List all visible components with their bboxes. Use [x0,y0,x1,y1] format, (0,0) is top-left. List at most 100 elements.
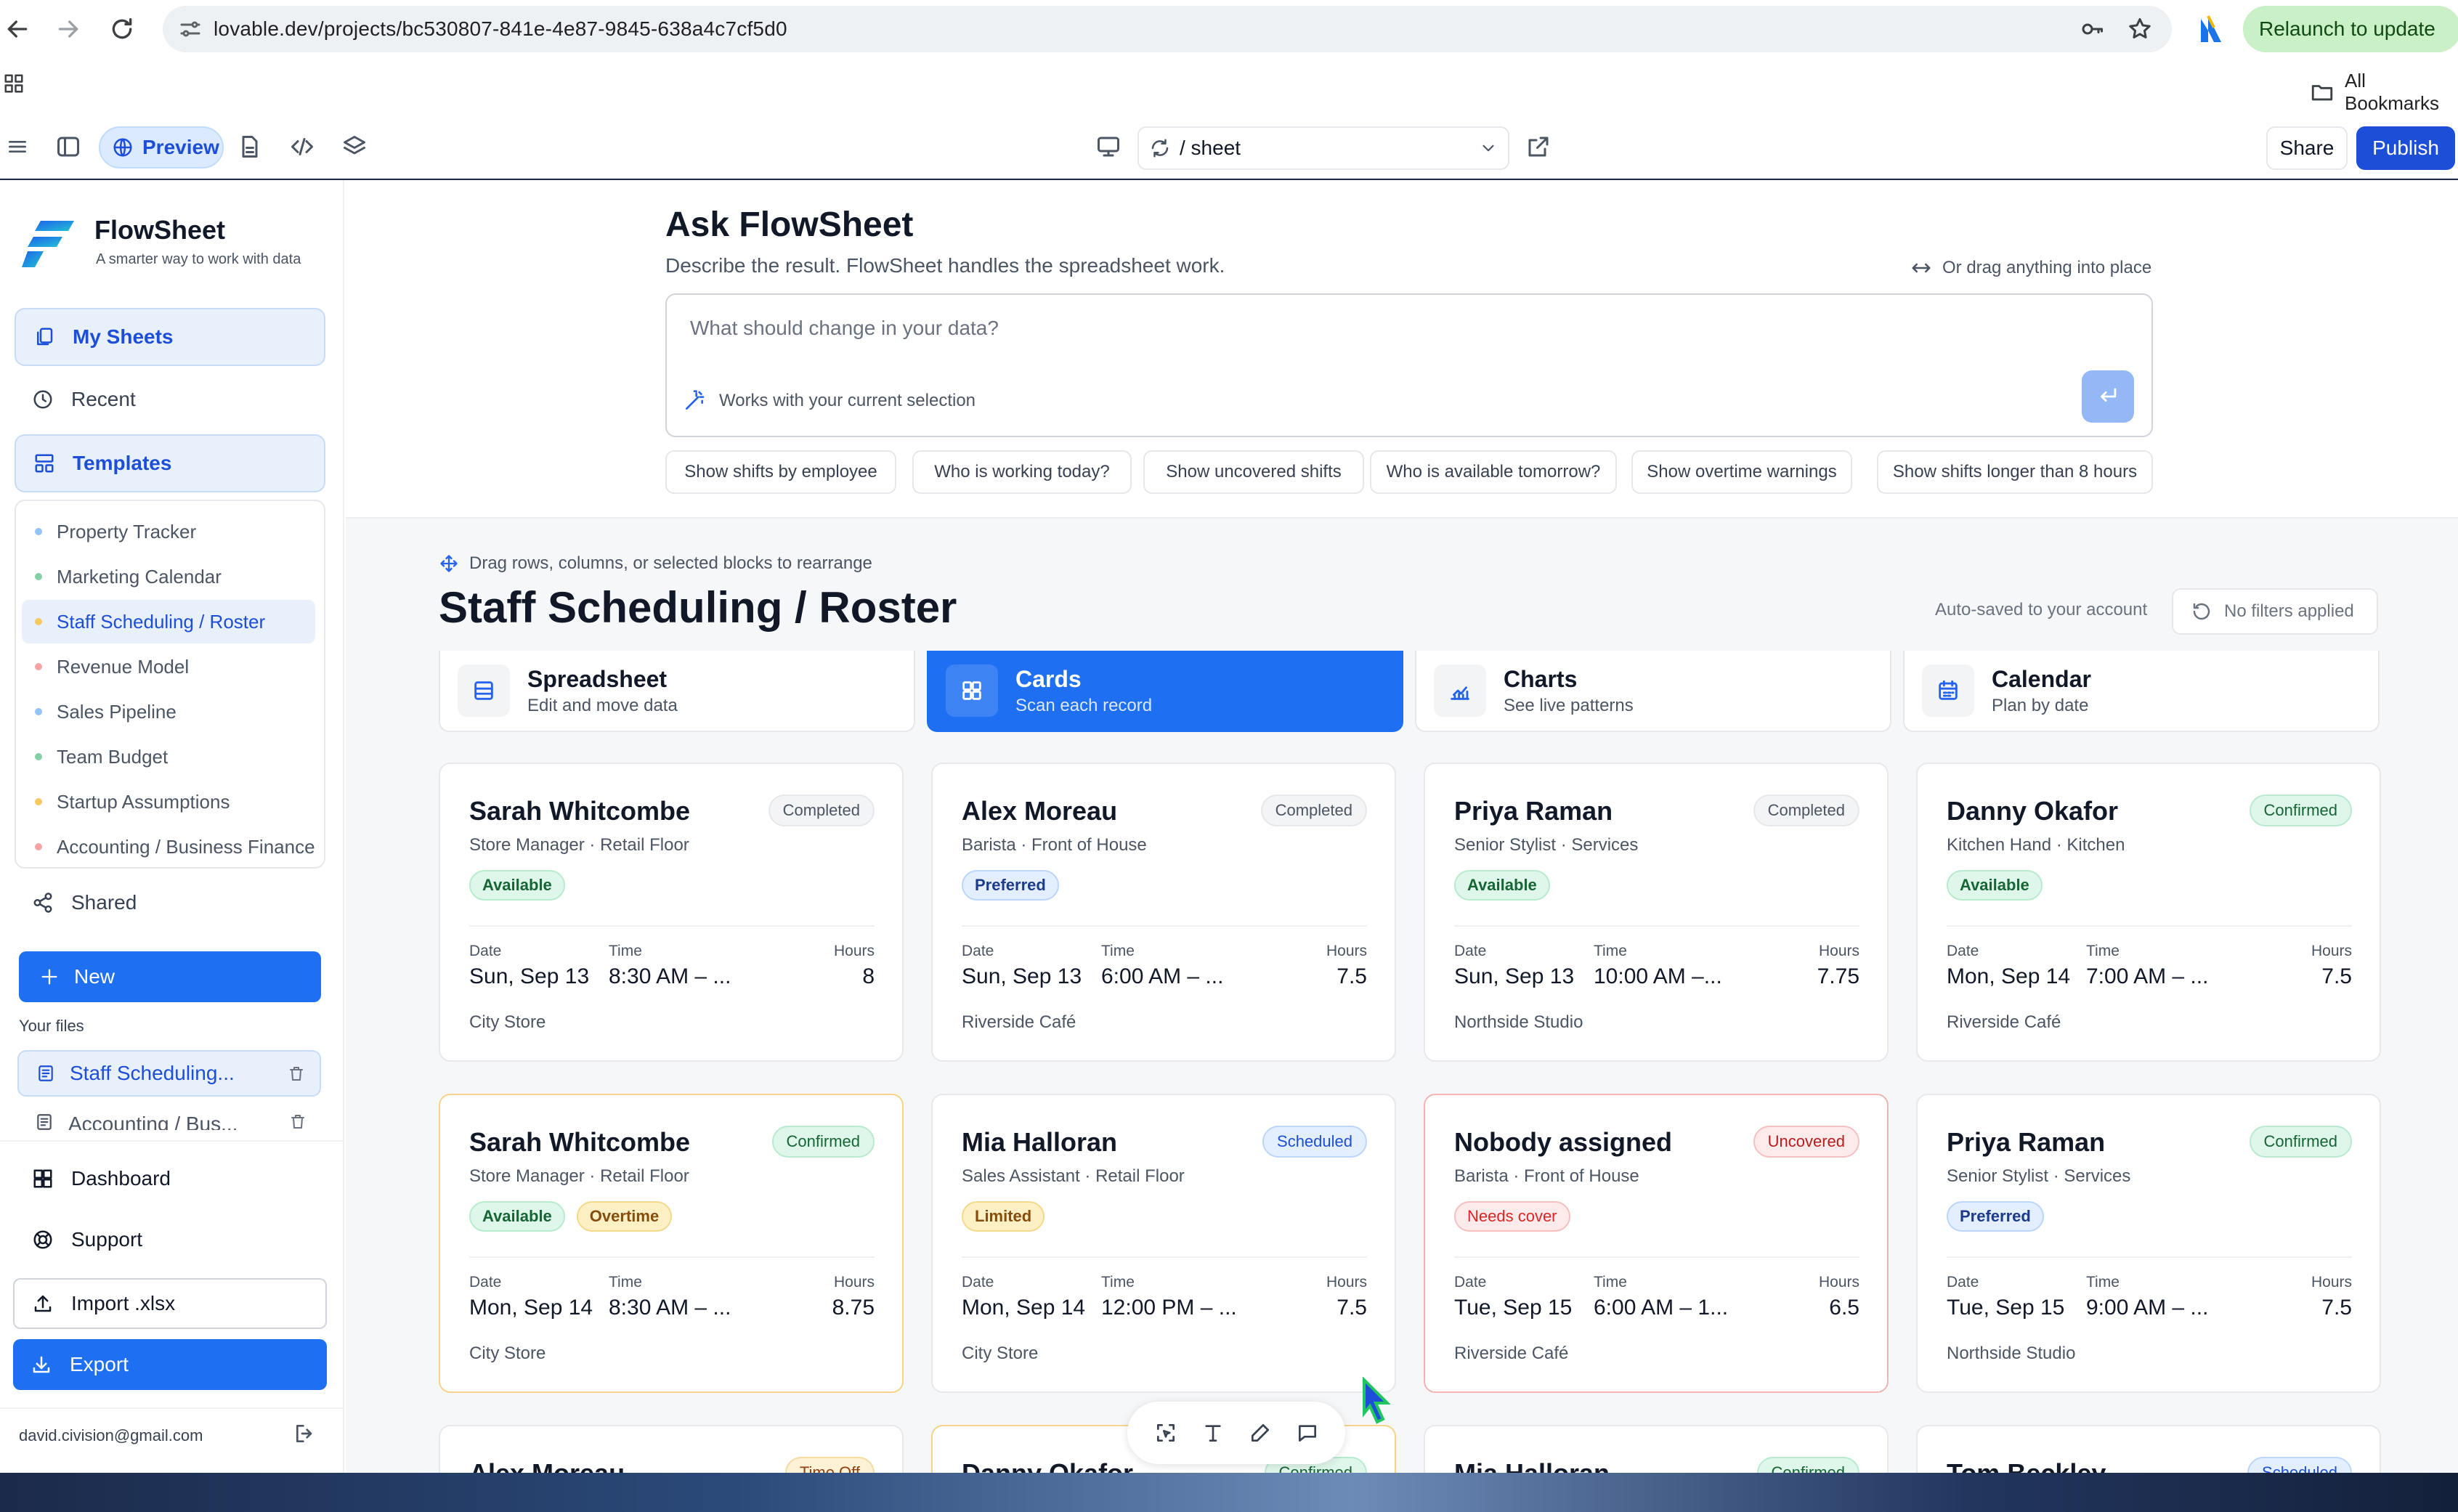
submit-button[interactable] [2082,370,2134,423]
layers-icon[interactable] [341,134,368,160]
bookmark-star-icon[interactable] [2127,16,2153,42]
date-label: Date [1947,943,1979,959]
view-tab-charts[interactable]: Charts See live patterns [1415,651,1891,732]
password-key-icon[interactable] [2079,16,2105,42]
view-tab-cards[interactable]: Cards Scan each record [927,651,1403,732]
view-tab-calendar[interactable]: Calendar Plan by date [1903,651,2380,732]
sheet-file-icon [36,1064,55,1083]
shift-card[interactable]: Priya Raman Completed Senior Stylist · Ser… [1424,763,1889,1062]
suggestion-chip[interactable]: Show uncovered shifts [1143,450,1364,494]
back-icon[interactable] [3,15,32,44]
sheet-file-icon [35,1113,54,1130]
publish-button[interactable]: Publish [2356,126,2455,170]
template-item[interactable]: Property Tracker [22,510,315,553]
suggestion-chip[interactable]: Show overtime warnings [1631,450,1852,494]
template-item[interactable]: Team Budget [22,735,315,779]
comment-icon[interactable] [1296,1421,1319,1444]
menu-icon[interactable] [6,135,29,158]
preview-tab[interactable]: Preview [99,126,224,168]
nav-support[interactable]: Support [15,1216,325,1264]
ask-title: Ask FlowSheet [665,206,914,244]
refresh-icon[interactable] [1149,137,1171,159]
reload-icon[interactable] [108,15,137,44]
apps-grid-icon[interactable] [3,73,25,94]
relaunch-button[interactable]: Relaunch to update [2243,6,2458,52]
nav-dashboard[interactable]: Dashboard [15,1155,325,1203]
open-external-icon[interactable] [1525,134,1552,160]
file-icon[interactable] [237,134,263,160]
shift-hours: 8.75 [832,1296,875,1320]
employee-name: Mia Halloran [1454,1458,1610,1473]
desktop-view-icon[interactable] [1095,134,1121,160]
time-label: Time [1101,943,1135,959]
nav-templates[interactable]: Templates [15,434,325,492]
template-item[interactable]: Startup Assumptions [22,780,315,824]
employee-name: Priya Raman [1454,796,1613,826]
address-bar[interactable]: lovable.dev/projects/bc530807-841e-4e87-… [163,6,2172,52]
shift-card[interactable]: Alex Moreau Completed Barista · Front of H… [931,763,1396,1062]
suggestion-chip[interactable]: Show shifts by employee [665,450,896,494]
template-label: Property Tracker [57,520,197,542]
template-item[interactable]: Revenue Model [22,645,315,688]
nav-recent[interactable]: Recent [15,370,325,428]
template-item[interactable]: Staff Scheduling / Roster [22,600,315,643]
all-bookmarks[interactable]: All Bookmarks [2310,70,2458,115]
sidebar-toggle-icon[interactable] [55,134,81,160]
site-settings-icon[interactable] [177,16,203,42]
code-icon[interactable] [289,134,315,160]
suggestion-chip[interactable]: Who is available tomorrow? [1370,450,1617,494]
trash-icon[interactable] [289,1113,307,1130]
shift-card[interactable]: Mia Halloran Confirmed [1424,1425,1889,1473]
suggestion-chip[interactable]: Who is working today? [912,450,1132,494]
shift-card[interactable]: Nobody assigned Uncovered Barista · Front … [1424,1094,1889,1393]
file-item[interactable]: Staff Scheduling... [17,1050,321,1097]
ask-subtitle: Describe the result. FlowSheet handles t… [665,254,1225,277]
shift-date: Tue, Sep 15 [1454,1296,1573,1320]
nav-shared[interactable]: Shared [15,876,325,930]
template-item[interactable]: Accounting / Business Finance [22,825,315,867]
status-badge: Scheduled [1262,1126,1367,1158]
shift-card[interactable]: Mia Halloran Scheduled Sales Assistant · R… [931,1094,1396,1393]
suggestion-chip[interactable]: Show shifts longer than 8 hours [1877,450,2153,494]
ask-input[interactable]: What should change in your data? [690,317,999,340]
extension-icon[interactable] [2198,13,2224,45]
file-name: Accounting / Bus... [68,1113,238,1130]
page-title: Staff Scheduling / Roster [439,583,957,632]
selection-hint-text: Works with your current selection [719,391,976,410]
template-item[interactable]: Marketing Calendar [22,555,315,598]
shift-card[interactable]: Danny Okafor Confirmed Kitchen Hand · Kitc… [1916,763,2381,1062]
template-item[interactable]: Sales Pipeline [22,690,315,733]
tag-list: Available [1454,870,1550,901]
route-selector[interactable]: / sheet [1137,126,1509,170]
ask-input-box[interactable]: What should change in your data? Works w… [665,293,2153,437]
nav-my-sheets[interactable]: My Sheets [15,308,325,366]
shift-card[interactable]: Priya Raman Confirmed Senior Stylist · Ser… [1916,1094,2381,1393]
shift-card[interactable]: Sarah Whitcombe Confirmed Store Manager · … [439,1094,904,1393]
trash-icon[interactable] [288,1065,305,1082]
filters-button[interactable]: No filters applied [2172,588,2378,635]
text-tool-icon[interactable] [1201,1421,1225,1444]
employee-name: Alex Moreau [962,796,1118,826]
logout-icon[interactable] [293,1422,317,1445]
pencil-icon[interactable] [1249,1421,1272,1444]
template-label: Accounting / Business Finance [57,835,315,858]
view-tab-spreadsheet[interactable]: Spreadsheet Edit and move data [439,651,915,732]
shift-date: Sun, Sep 13 [962,964,1082,988]
shift-card[interactable]: Alex Moreau Time Off [439,1425,904,1473]
view-subtitle: Edit and move data [527,695,678,715]
file-item[interactable]: Accounting / Bus... [17,1104,321,1130]
shift-card[interactable]: Tom Beckley Scheduled [1916,1425,2381,1473]
export-button[interactable]: Export [13,1339,327,1390]
hours-label: Hours [1818,1274,1859,1291]
forward-icon[interactable] [54,15,83,44]
shift-date: Tue, Sep 15 [1947,1296,2065,1320]
employee-role: Senior Stylist · Services [1454,835,1639,855]
shift-location: City Store [469,1344,546,1363]
template-label: Revenue Model [57,655,190,678]
shift-card[interactable]: Sarah Whitcombe Completed Store Manager · … [439,763,904,1062]
new-button[interactable]: New [19,951,321,1002]
import-button[interactable]: Import .xlsx [13,1278,327,1329]
all-bookmarks-label: All Bookmarks [2345,70,2440,114]
select-icon[interactable] [1154,1421,1177,1444]
share-button[interactable]: Share [2266,126,2348,170]
